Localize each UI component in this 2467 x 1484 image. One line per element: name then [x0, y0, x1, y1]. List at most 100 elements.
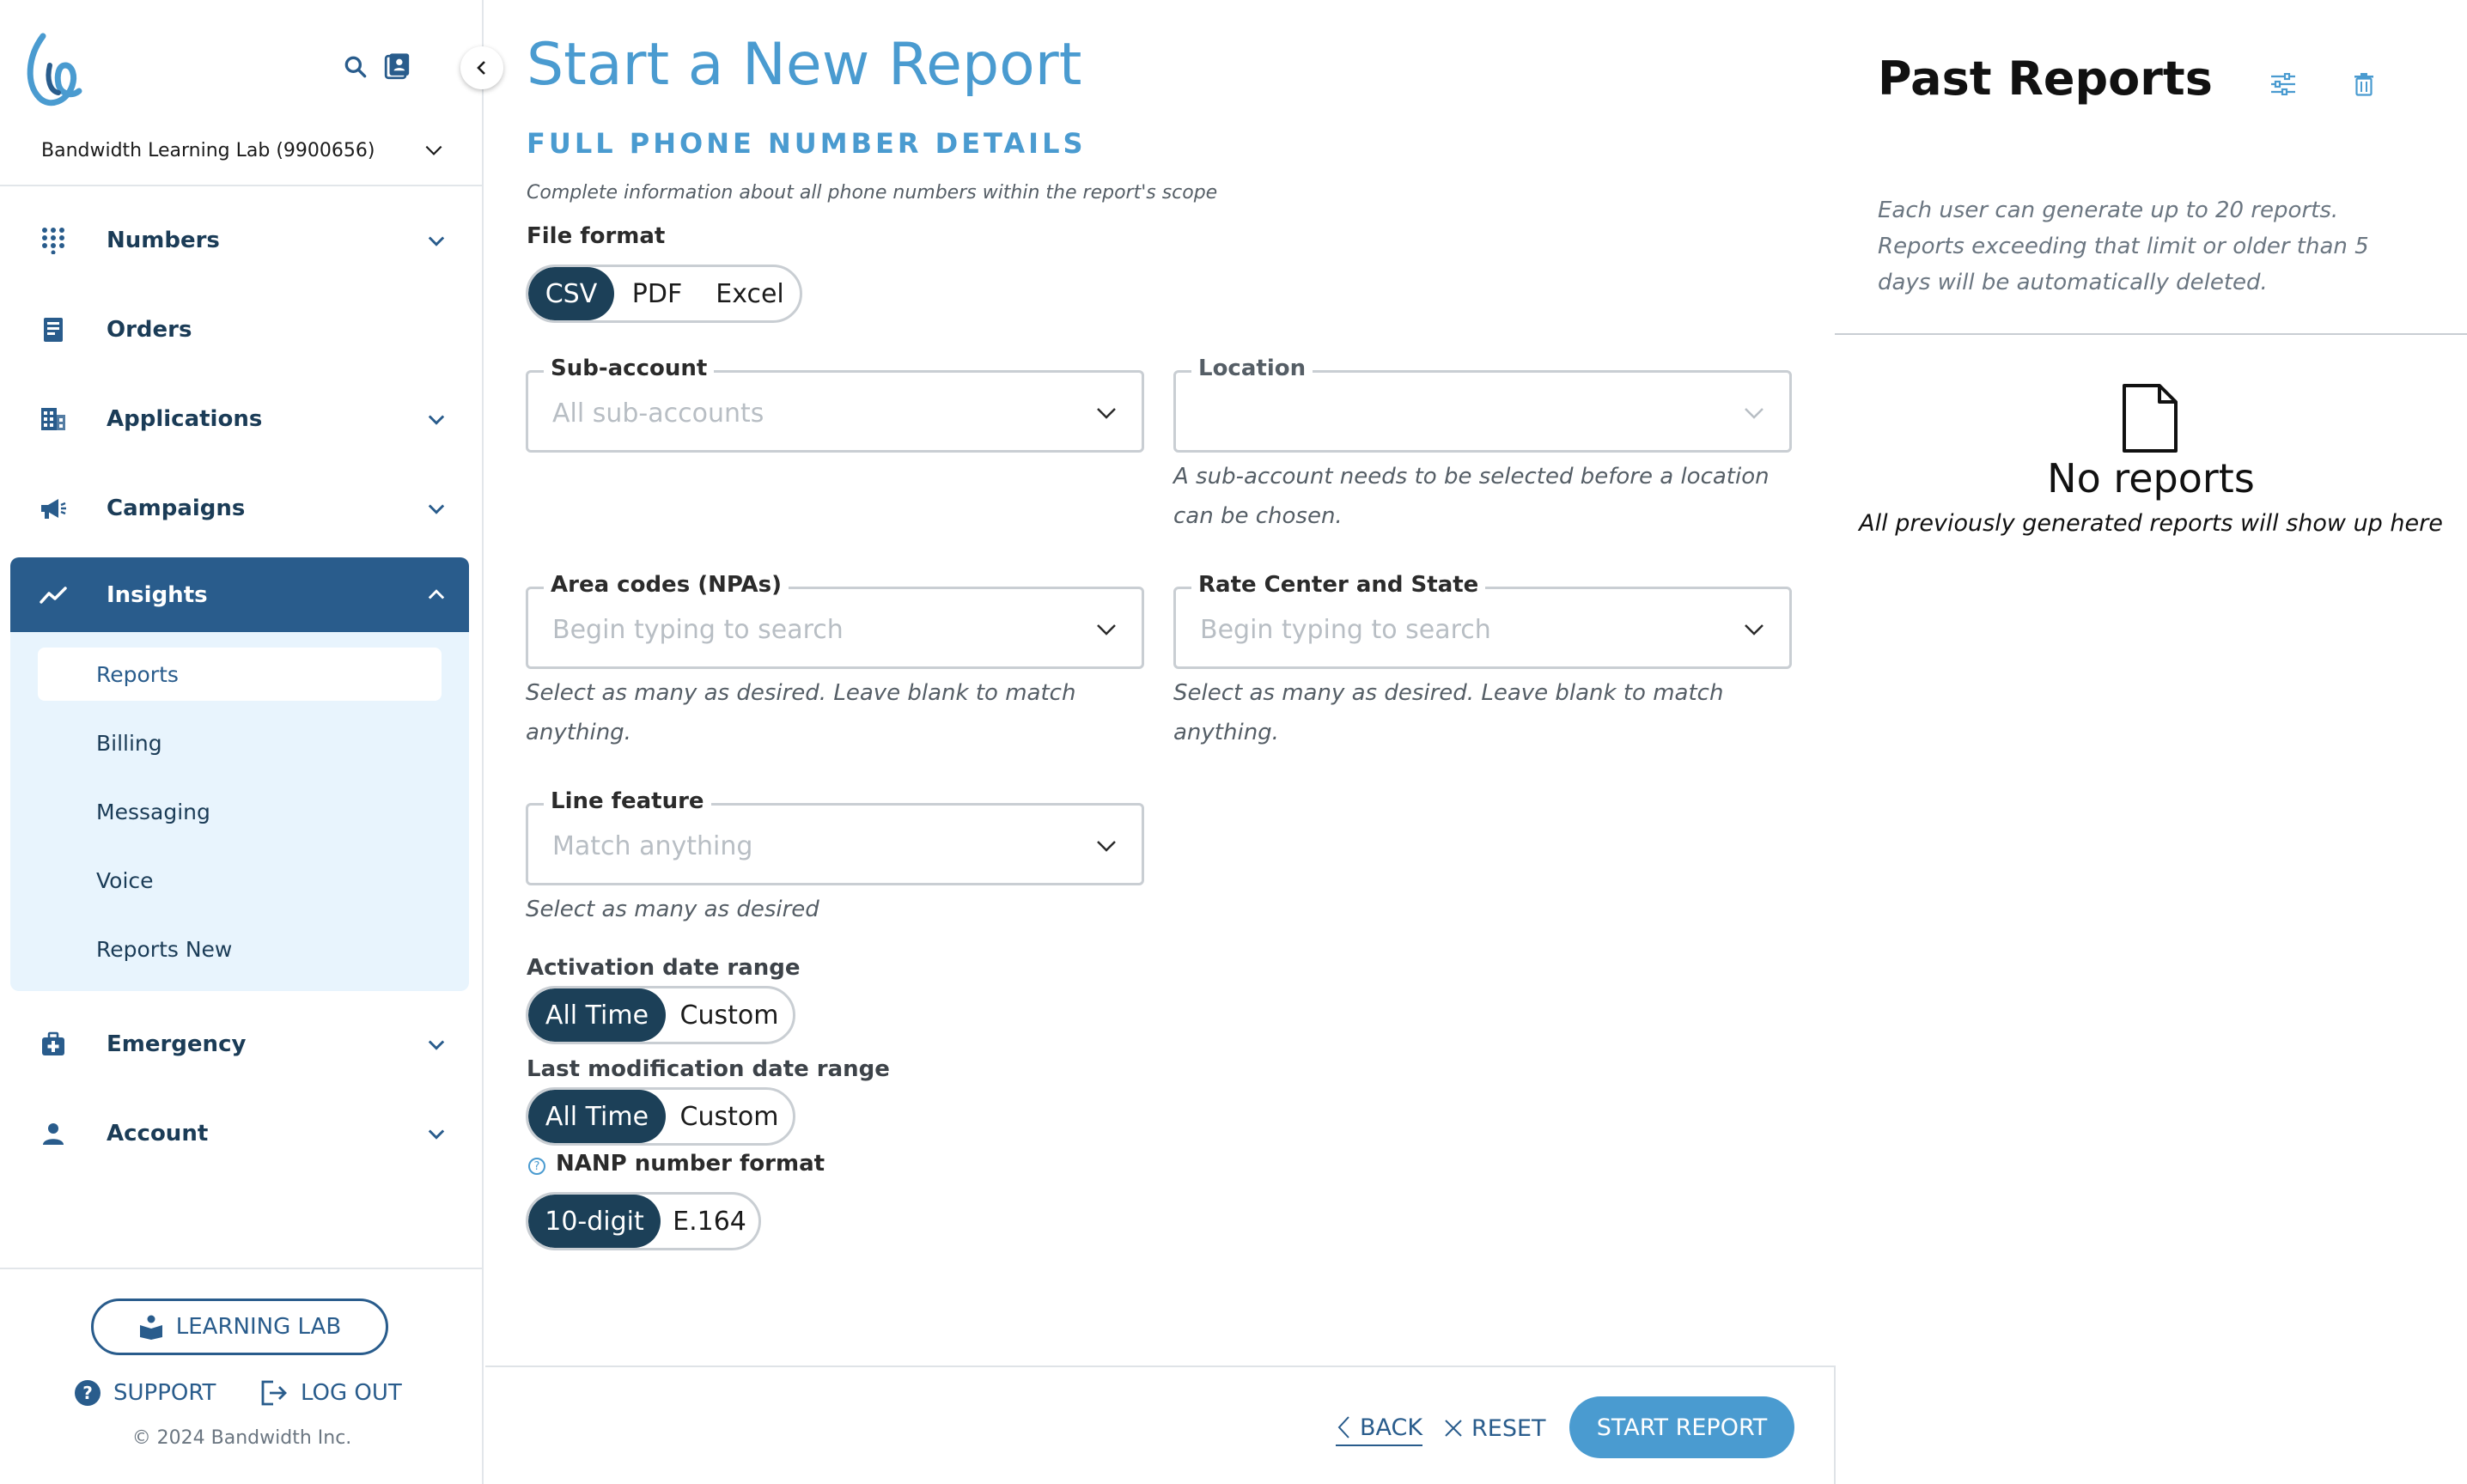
- svg-text:?: ?: [82, 1383, 93, 1403]
- keypad-icon: [38, 225, 69, 256]
- back-button[interactable]: BACK: [1336, 1410, 1423, 1446]
- nav-item-campaigns[interactable]: Campaigns: [10, 471, 469, 546]
- last-mod-custom[interactable]: Custom: [666, 1090, 793, 1143]
- nav-item-emergency[interactable]: Emergency: [10, 1007, 469, 1082]
- activation-date-toggle: All Time Custom: [526, 986, 795, 1044]
- file-format-excel[interactable]: Excel: [700, 267, 800, 320]
- trash-icon[interactable]: [2348, 69, 2379, 100]
- activation-all-time[interactable]: All Time: [528, 988, 666, 1042]
- nav-label: Account: [107, 1121, 209, 1146]
- subnav-item-reports[interactable]: Reports: [38, 648, 442, 701]
- nanp-e164[interactable]: E.164: [661, 1195, 758, 1248]
- book-reader-icon: [139, 1315, 162, 1340]
- subnav-item-voice[interactable]: Voice: [38, 854, 442, 907]
- start-report-button[interactable]: START REPORT: [1569, 1396, 1794, 1458]
- nav-item-account[interactable]: Account: [10, 1096, 469, 1171]
- rate-center-helper-text: Select as many as desired. Leave blank t…: [1173, 680, 1724, 745]
- help-circle-icon: ?: [75, 1380, 101, 1406]
- account-selector[interactable]: Bandwidth Learning Lab (9900656): [41, 133, 445, 167]
- copyright-text: © 2024 Bandwidth Inc.: [131, 1427, 352, 1449]
- chevron-down-icon: [428, 415, 445, 425]
- learning-lab-button[interactable]: LEARNING LAB: [91, 1298, 388, 1355]
- page-title: Start a New Report: [527, 31, 1082, 99]
- support-link[interactable]: ? SUPPORT: [74, 1374, 216, 1412]
- reset-label: RESET: [1471, 1414, 1546, 1442]
- past-reports-title: Past Reports: [1878, 52, 2213, 106]
- subnav-label: Billing: [96, 730, 162, 756]
- contact-book-icon[interactable]: [380, 50, 414, 84]
- nanp-format-label: NANP number format: [556, 1151, 825, 1177]
- chevron-left-icon: [477, 61, 485, 75]
- chevron-down-icon: [428, 1129, 445, 1140]
- nanp-10-digit[interactable]: 10-digit: [528, 1195, 661, 1248]
- info-icon[interactable]: ?: [528, 1158, 545, 1175]
- line-feature-select[interactable]: Line feature Match anything: [526, 788, 1144, 885]
- last-mod-all-time[interactable]: All Time: [528, 1090, 666, 1143]
- learning-lab-label: LEARNING LAB: [175, 1314, 342, 1340]
- line-feature-placeholder: Match anything: [552, 831, 753, 861]
- file-format-toggle: CSV PDF Excel: [526, 265, 802, 323]
- nav-label: Emergency: [107, 1031, 247, 1057]
- nav-item-orders[interactable]: Orders: [10, 292, 469, 368]
- location-label: Location: [1191, 356, 1313, 381]
- subnav-label: Voice: [96, 867, 154, 893]
- subnav-item-billing[interactable]: Billing: [38, 716, 442, 769]
- area-codes-select[interactable]: Area codes (NPAs) Begin typing to search: [526, 572, 1144, 669]
- file-format-csv[interactable]: CSV: [528, 267, 614, 320]
- rate-center-placeholder: Begin typing to search: [1200, 615, 1491, 645]
- rate-center-label: Rate Center and State: [1191, 572, 1486, 598]
- past-reports-panel: Past Reports Each user can generate up t…: [1835, 0, 2467, 1484]
- logout-link[interactable]: LOG OUT: [259, 1374, 402, 1412]
- trend-icon: [38, 580, 69, 611]
- chevron-down-icon: [1745, 624, 1763, 636]
- filter-sliders-icon[interactable]: [2268, 69, 2299, 100]
- collapse-sidebar-button[interactable]: [460, 46, 503, 89]
- receipt-icon: [38, 314, 69, 345]
- subnav-label: Reports: [96, 661, 179, 687]
- chevron-left-icon: [1337, 1416, 1349, 1438]
- sidebar: Bandwidth Learning Lab (9900656) Numbers…: [0, 0, 484, 1484]
- location-select[interactable]: Location: [1173, 356, 1792, 453]
- logout-icon: [261, 1380, 287, 1406]
- nav-label: Campaigns: [107, 496, 246, 521]
- subnav-item-reports-new[interactable]: Reports New: [38, 922, 442, 976]
- section-title: FULL PHONE NUMBER DETAILS: [527, 127, 1087, 160]
- area-codes-label: Area codes (NPAs): [544, 572, 789, 598]
- area-codes-placeholder: Begin typing to search: [552, 615, 844, 645]
- search-icon[interactable]: [338, 50, 373, 84]
- chevron-down-icon: [1097, 624, 1116, 636]
- building-icon: [38, 404, 69, 435]
- nav-label: Numbers: [107, 228, 220, 253]
- empty-state-title: No reports: [2047, 455, 2255, 502]
- megaphone-icon: [38, 493, 69, 524]
- nav-item-insights[interactable]: Insights: [10, 557, 469, 633]
- nav-item-numbers[interactable]: Numbers: [10, 203, 469, 278]
- reset-button[interactable]: RESET: [1444, 1410, 1546, 1446]
- person-icon: [38, 1118, 69, 1149]
- chevron-down-icon: [428, 504, 445, 514]
- last-mod-date-label: Last modification date range: [527, 1056, 890, 1082]
- insights-subnav: Reports Billing Messaging Voice Reports …: [10, 632, 469, 991]
- file-format-pdf[interactable]: PDF: [614, 267, 700, 320]
- chevron-down-icon: [428, 236, 445, 246]
- section-description: Complete information about all phone num…: [527, 182, 1218, 204]
- logout-label: LOG OUT: [301, 1380, 402, 1406]
- empty-state-subtitle: All previously generated reports will sh…: [1859, 510, 2443, 537]
- line-feature-label: Line feature: [544, 788, 711, 814]
- sub-account-placeholder: All sub-accounts: [552, 398, 764, 429]
- document-icon: [2123, 384, 2178, 453]
- subnav-item-messaging[interactable]: Messaging: [38, 785, 442, 838]
- nav-item-applications[interactable]: Applications: [10, 381, 469, 457]
- back-label: BACK: [1360, 1414, 1423, 1441]
- nav-label: Insights: [107, 582, 208, 608]
- subnav-label: Messaging: [96, 799, 210, 824]
- file-format-label: File format: [527, 223, 666, 249]
- sub-account-select[interactable]: Sub-account All sub-accounts: [526, 356, 1144, 453]
- bandwidth-logo-icon[interactable]: [24, 31, 89, 108]
- account-label: Bandwidth Learning Lab (9900656): [41, 139, 375, 161]
- divider: [1835, 333, 2467, 335]
- action-bar: BACK RESET START REPORT: [485, 1365, 1836, 1484]
- activation-custom[interactable]: Custom: [666, 988, 793, 1042]
- subnav-label: Reports New: [96, 936, 233, 962]
- rate-center-select[interactable]: Rate Center and State Begin typing to se…: [1173, 572, 1792, 669]
